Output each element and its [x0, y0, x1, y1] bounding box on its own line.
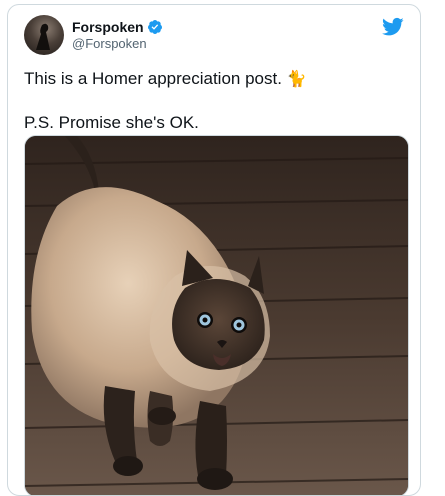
cat-emoji: 🐈: [286, 69, 307, 88]
tweet-line-1: This is a Homer appreciation post.: [24, 69, 282, 88]
tweet-line-2: P.S. Promise she's OK.: [24, 113, 199, 132]
tweet-card: Forspoken @Forspoken This is a Homer app…: [7, 4, 421, 496]
tweet-media-photo[interactable]: [24, 135, 409, 495]
avatar[interactable]: [24, 15, 64, 55]
twitter-bird-icon[interactable]: [382, 17, 404, 37]
display-name[interactable]: Forspoken: [72, 18, 144, 36]
cat-photo: [25, 136, 408, 495]
avatar-figure: [36, 23, 50, 50]
handle[interactable]: @Forspoken: [72, 36, 163, 52]
tweet-header: Forspoken @Forspoken: [24, 15, 404, 59]
author-names: Forspoken @Forspoken: [72, 18, 163, 52]
verified-badge-icon: [147, 19, 163, 35]
